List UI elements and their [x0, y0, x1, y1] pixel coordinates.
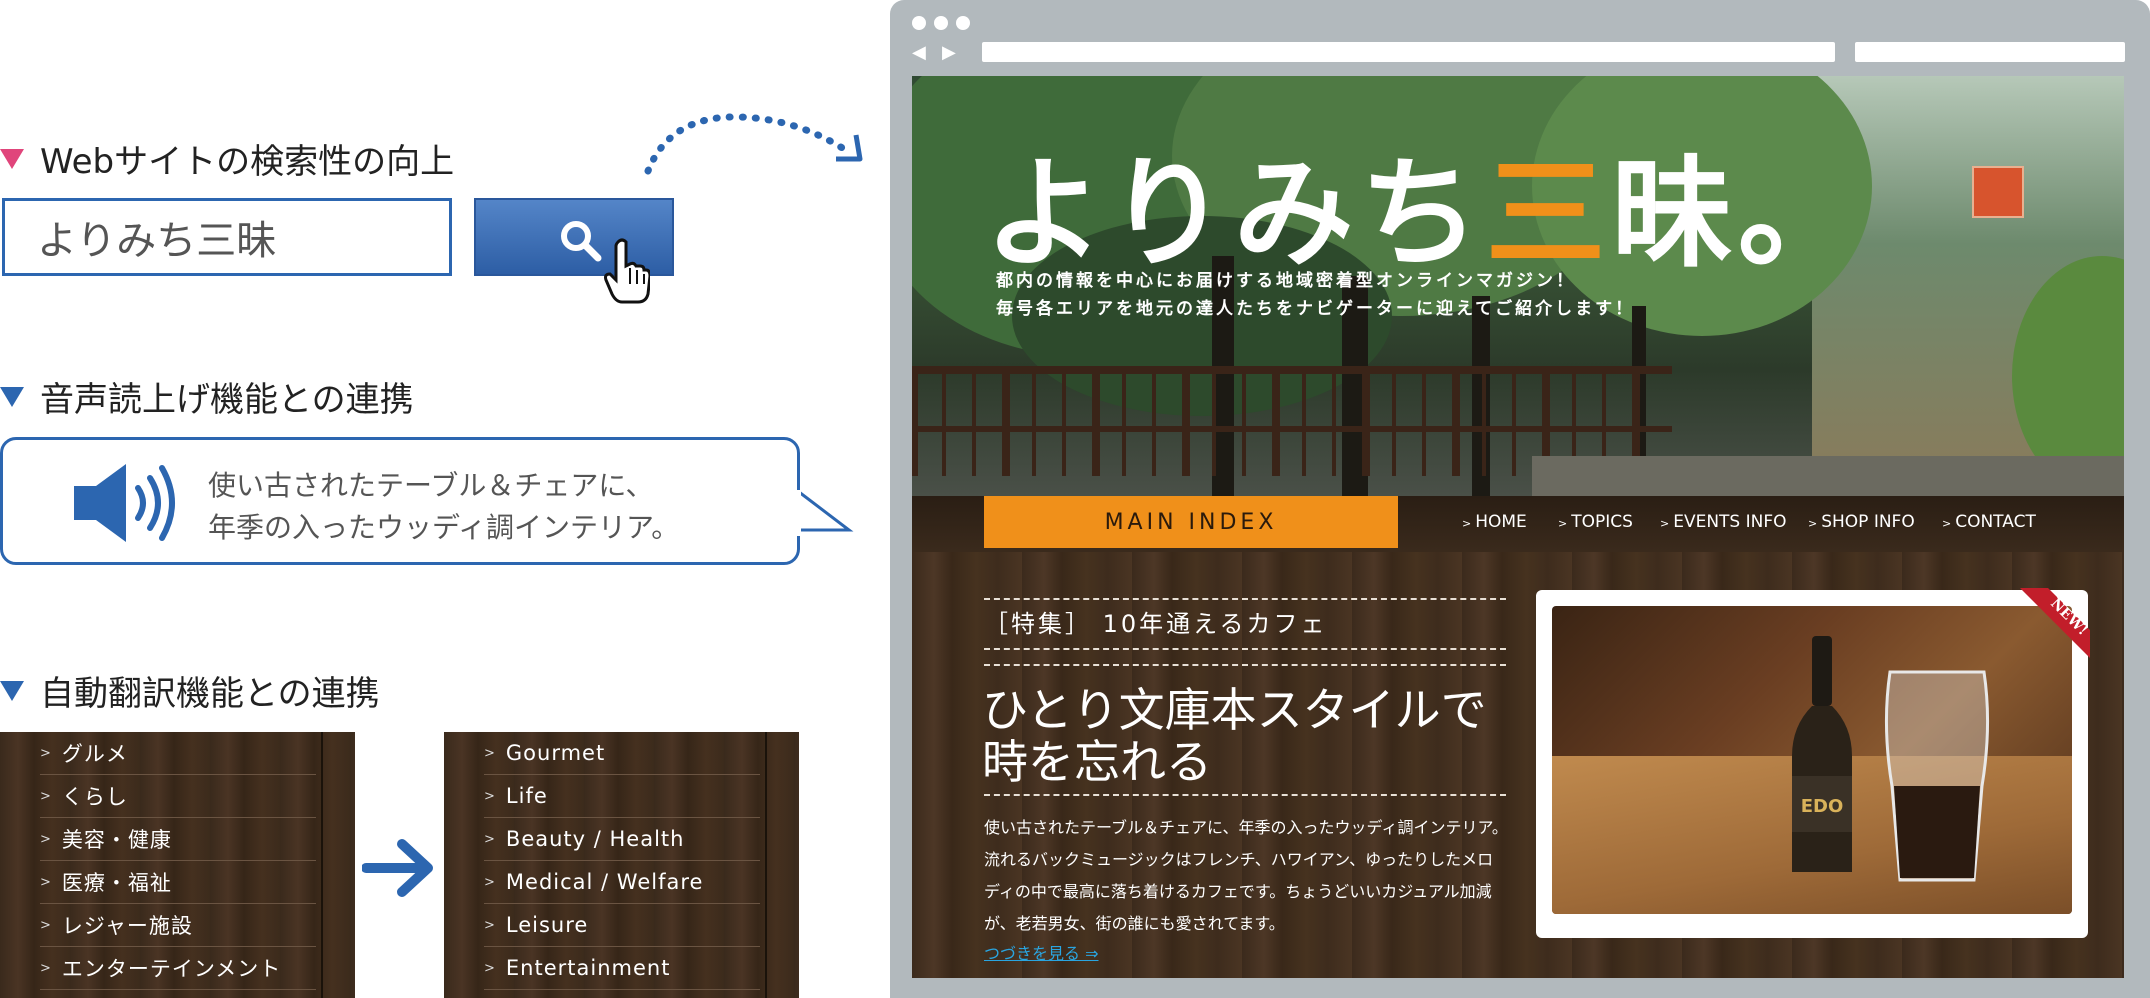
menu-item[interactable]: > くらし	[40, 775, 316, 818]
chevron-right-icon: >	[1558, 517, 1568, 530]
browser-search-bar[interactable]	[1855, 42, 2125, 62]
magnifier-icon	[561, 221, 602, 262]
street-road	[1532, 456, 2124, 496]
nav-contact[interactable]: > CONTACT	[1942, 512, 2036, 532]
hand-cursor-icon	[604, 238, 650, 304]
shop-sign	[1972, 166, 2024, 218]
triangle-bullet-icon	[0, 386, 24, 407]
new-ribbon: NEW!	[2020, 588, 2090, 658]
website-viewport: よりみち三昧。 都内の情報を中心にお届けする地域密着型オンラインマガジン！ 毎号…	[912, 76, 2124, 978]
chevron-right-icon: >	[40, 874, 52, 890]
chevron-right-icon: >	[40, 960, 52, 976]
menu-item[interactable]: > Medical / Welfare	[484, 861, 760, 904]
dashed-rule	[984, 664, 1506, 666]
chevron-right-icon: >	[1462, 517, 1472, 530]
search-input-value: よりみち三昧	[37, 218, 277, 264]
article-category-label: ［特集］ 10年通えるカフェ	[984, 610, 1328, 638]
menu-item[interactable]: > グルメ	[40, 732, 316, 775]
translate-feature-heading-text: 自動翻訳機能との連携	[40, 674, 380, 714]
menu-item[interactable]: > Entertainment	[484, 947, 760, 990]
nav-shop-info[interactable]: > SHOP INFO	[1808, 512, 1915, 532]
speech-feature-heading: 音声読上げ機能との連携	[0, 372, 414, 421]
chevron-right-icon: >	[1808, 517, 1818, 530]
speaker-icon	[74, 464, 175, 542]
logo-accent: 三	[1485, 145, 1612, 284]
menu-item[interactable]: > レジャー施設	[40, 904, 316, 947]
menu-item[interactable]: > エンターテインメント	[40, 947, 316, 990]
search-input[interactable]: よりみち三昧	[2, 198, 452, 276]
bubble-line-1: 使い古されたテーブル＆チェアに、	[208, 469, 654, 502]
url-bar[interactable]	[982, 42, 1835, 62]
triangle-bullet-icon	[0, 148, 24, 169]
arrow-right-icon	[362, 839, 433, 897]
chevron-right-icon: >	[40, 745, 52, 761]
beer-glass	[1884, 670, 1990, 882]
window-dot	[912, 16, 926, 30]
speech-feature-heading-text: 音声読上げ機能との連携	[40, 380, 414, 420]
site-logo: よりみち三昧。	[984, 145, 1864, 284]
menu-japanese: > グルメ > くらし > 美容・健康 > 医療・福祉 > レジャー施設 > エンターテイン…	[0, 732, 355, 998]
dotted-curve-arrow-icon	[644, 113, 863, 175]
nav-topics[interactable]: > TOPICS	[1558, 512, 1633, 532]
menu-item[interactable]: > Beauty / Health	[484, 818, 760, 861]
dashed-rule	[984, 648, 1506, 650]
article-body-line: が、老若男女、街の誰にも愛されてます。	[984, 914, 1285, 933]
chevron-right-icon: >	[484, 874, 496, 890]
chevron-right-icon: >	[1942, 517, 1952, 530]
window-dot	[934, 16, 948, 30]
chevron-right-icon: >	[1660, 517, 1670, 530]
translate-feature-heading: 自動翻訳機能との連携	[0, 666, 380, 715]
dashed-rule	[984, 598, 1506, 600]
nav-home[interactable]: > HOME	[1462, 512, 1527, 532]
chevron-right-icon: >	[40, 831, 52, 847]
tagline-line-1: 都内の情報を中心にお届けする地域密着型オンラインマガジン！	[996, 271, 1576, 291]
tagline-line-2: 毎号各エリアを地元の達人たちをナビゲーターに迎えてご紹介します！	[996, 299, 1636, 319]
main-index-button[interactable]: MAIN INDEX	[984, 496, 1398, 548]
chevron-right-icon: >	[40, 788, 52, 804]
bottle-label: EDO	[1801, 796, 1844, 817]
menu-item[interactable]: > 美容・健康	[40, 818, 316, 861]
back-arrow-icon[interactable]: ◀	[912, 42, 926, 63]
chevron-right-icon: >	[484, 917, 496, 933]
article-body-line: 流れるバックミュージックはフレンチ、ハワイアン、ゆったりしたメロ	[984, 850, 1494, 869]
menu-item[interactable]: > Leisure	[484, 904, 760, 947]
beer-bottle: EDO	[1792, 636, 1852, 872]
forward-arrow-icon[interactable]: ▶	[942, 42, 956, 63]
search-feature-heading-text: Webサイトの検索性の向上	[40, 142, 455, 182]
menu-divider	[765, 732, 767, 998]
chevron-right-icon: >	[484, 960, 496, 976]
chevron-right-icon: >	[484, 745, 496, 761]
menu-item[interactable]: > 医療・福祉	[40, 861, 316, 904]
triangle-bullet-icon	[0, 680, 24, 701]
chevron-right-icon: >	[484, 788, 496, 804]
bubble-line-2: 年季の入ったウッディ調インテリア。	[208, 511, 680, 544]
nav-events-info[interactable]: > EVENTS INFO	[1660, 512, 1787, 532]
article-title-line-2[interactable]: 時を忘れる	[982, 726, 1212, 792]
article-body-line: 使い古されたテーブル＆チェアに、年季の入ったウッディ調インテリア。	[984, 818, 1508, 837]
menu-item[interactable]: > Gourmet	[484, 732, 760, 775]
menu-english: > Gourmet > Life > Beauty / Health > Medical…	[444, 732, 799, 998]
chevron-right-icon: >	[484, 831, 496, 847]
search-feature-heading: Webサイトの検索性の向上	[0, 134, 454, 183]
chevron-right-icon: >	[40, 917, 52, 933]
speech-bubble-tail	[795, 490, 854, 536]
menu-divider	[321, 732, 323, 998]
article-body-line: ディの中で最高に落ち着けるカフェです。ちょうどいいカジュアル加減	[984, 882, 1492, 901]
read-more-link[interactable]: つづきを見る ⇒	[984, 940, 1099, 964]
window-dot	[956, 16, 970, 30]
menu-item[interactable]: > Life	[484, 775, 760, 818]
dashed-rule	[984, 794, 1506, 796]
